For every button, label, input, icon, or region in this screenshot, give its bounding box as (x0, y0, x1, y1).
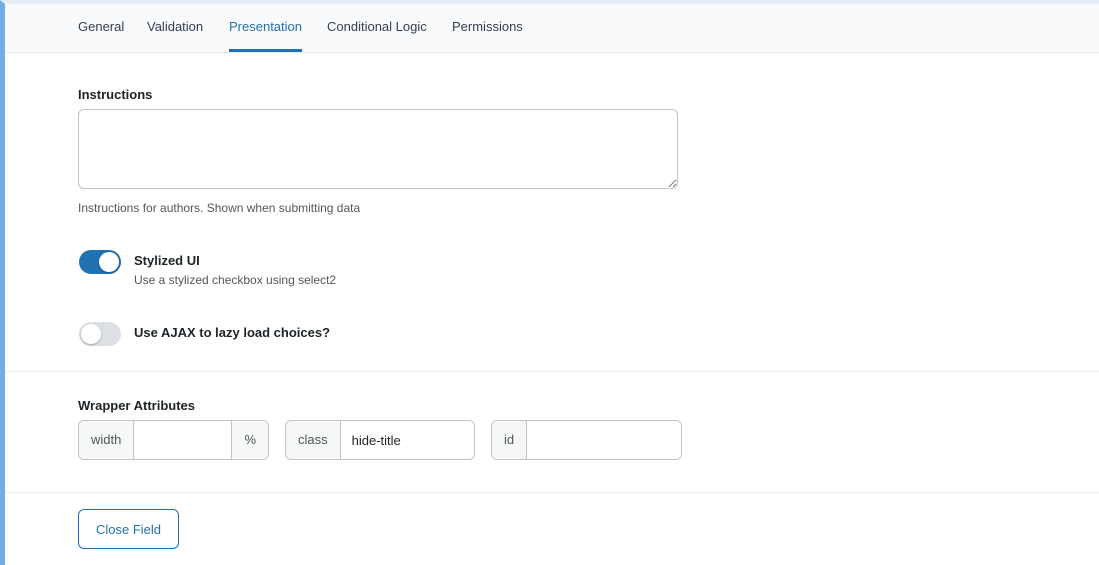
stylized-ui-title: Stylized UI (134, 253, 200, 268)
width-prefix: width (79, 421, 135, 459)
wrapper-width-group: width % (78, 420, 269, 460)
toggle-knob (99, 252, 119, 272)
tab-general[interactable]: General (78, 4, 124, 52)
wrapper-id-input[interactable] (527, 421, 681, 459)
wrapper-class-group: class (285, 420, 475, 460)
section-divider (5, 371, 1099, 372)
tab-validation[interactable]: Validation (147, 4, 203, 52)
wrapper-attributes-label: Wrapper Attributes (78, 398, 196, 413)
instructions-description: Instructions for authors. Shown when sub… (78, 201, 361, 215)
wrapper-width-input[interactable] (134, 421, 232, 459)
stylized-ui-description: Use a stylized checkbox using select2 (134, 273, 337, 287)
tab-presentation[interactable]: Presentation (229, 4, 302, 52)
width-suffix: % (231, 421, 268, 459)
footer-divider (5, 492, 1099, 493)
wrapper-class-input[interactable] (340, 421, 474, 459)
class-prefix: class (286, 421, 341, 459)
ajax-lazy-load-title: Use AJAX to lazy load choices? (134, 325, 331, 340)
stylized-ui-toggle[interactable] (79, 250, 121, 274)
tab-conditional-logic[interactable]: Conditional Logic (327, 4, 427, 52)
field-settings-panel: General Validation Presentation Conditio… (0, 0, 1099, 565)
ajax-lazy-load-toggle[interactable] (79, 322, 121, 346)
settings-tabs: General Validation Presentation Conditio… (5, 4, 1099, 53)
instructions-textarea[interactable] (78, 109, 678, 189)
wrapper-id-group: id (491, 420, 682, 460)
tab-permissions[interactable]: Permissions (452, 4, 523, 52)
instructions-label: Instructions (78, 87, 153, 102)
toggle-knob (81, 324, 101, 344)
id-prefix: id (492, 421, 528, 459)
close-field-button[interactable]: Close Field (78, 509, 179, 549)
